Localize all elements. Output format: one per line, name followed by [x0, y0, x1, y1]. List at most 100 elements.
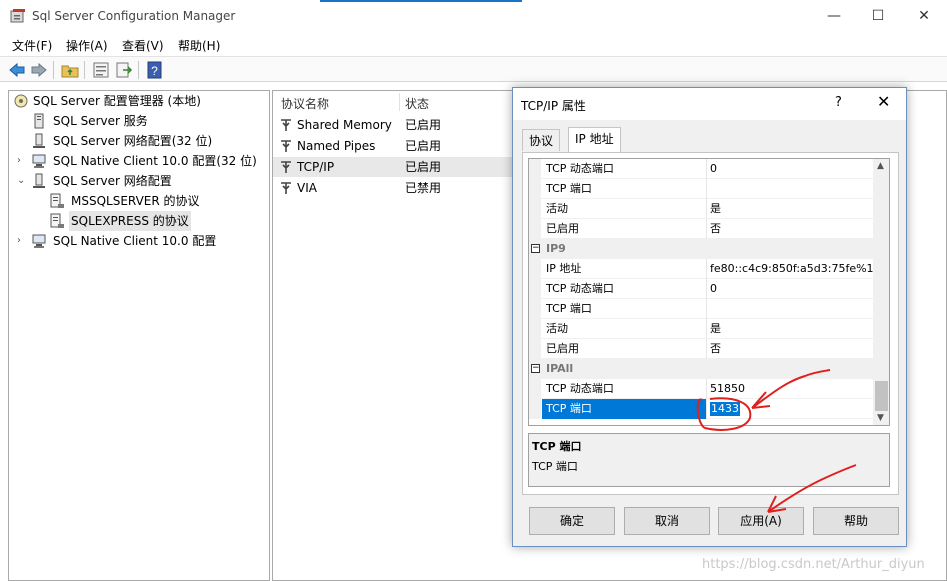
collapse-icon[interactable]: −	[531, 364, 540, 373]
grid-row[interactable]: 已启用 否	[529, 219, 873, 239]
scroll-thumb[interactable]	[875, 381, 888, 411]
cancel-button[interactable]: 取消	[624, 507, 710, 535]
property-value[interactable]: fe80::c4c9:850f:a5d3:75fe%10	[710, 259, 881, 279]
back-icon[interactable]	[8, 61, 26, 79]
property-value[interactable]: 51850	[710, 379, 745, 399]
grid-margin	[529, 279, 541, 299]
scroll-up-icon[interactable]: ▲	[877, 161, 884, 171]
grid-row[interactable]: 活动 是	[529, 199, 873, 219]
description-title: TCP 端口	[532, 440, 582, 453]
forward-icon[interactable]	[30, 61, 48, 79]
grid-row-selected[interactable]: TCP 端口 1433	[529, 399, 873, 419]
grid-row[interactable]: 已启用 否	[529, 339, 873, 359]
protocol-icon	[281, 161, 291, 173]
protocol-icon	[281, 119, 291, 131]
grid-row[interactable]: TCP 端口	[529, 179, 873, 199]
protocol-icon	[281, 140, 291, 152]
apply-button[interactable]: 应用(A)	[718, 507, 804, 535]
tcp-port-input[interactable]: 1433	[710, 402, 740, 416]
column-separator[interactable]	[399, 93, 400, 111]
grid-row[interactable]: TCP 动态端口 0	[529, 159, 873, 179]
grid-row[interactable]: TCP 动态端口 51850	[529, 379, 873, 399]
grid-margin	[529, 179, 541, 199]
network-config-icon	[33, 133, 45, 148]
property-name: 已启用	[546, 342, 579, 355]
grid-scrollbar[interactable]: ▲ ▼	[873, 159, 889, 425]
tree-label: SQL Server 网络配置	[53, 174, 172, 188]
grid-margin	[529, 199, 541, 219]
scroll-down-icon[interactable]: ▼	[877, 413, 884, 423]
menu-file[interactable]: 文件(F)	[12, 37, 52, 54]
tree-label: SQL Server 服务	[53, 114, 148, 128]
menu-help[interactable]: 帮助(H)	[178, 37, 220, 54]
grid-margin	[529, 339, 541, 359]
ok-button[interactable]: 确定	[529, 507, 615, 535]
close-window-icon[interactable]: ✕	[914, 6, 934, 26]
help-icon[interactable]: ?	[146, 61, 164, 79]
grid-separator	[706, 219, 707, 239]
column-header-state[interactable]: 状态	[405, 95, 429, 112]
grid-category-ip9[interactable]: − IP9	[529, 239, 873, 259]
protocol-state: 已启用	[405, 139, 442, 153]
list-header: 协议名称 状态	[273, 91, 513, 113]
property-value[interactable]: 是	[710, 199, 721, 219]
title-bar: Sql Server Configuration Manager — ☐ ✕	[0, 0, 947, 32]
tab-protocol[interactable]: 协议	[522, 129, 561, 151]
expand-icon[interactable]: ›	[17, 151, 27, 171]
collapse-icon[interactable]: ⌄	[17, 171, 27, 191]
property-value[interactable]: 否	[710, 219, 721, 239]
maximize-icon[interactable]: ☐	[868, 6, 888, 26]
property-value[interactable]: 否	[710, 339, 721, 359]
property-name: IP 地址	[546, 262, 582, 275]
list-row-shared-memory[interactable]: Shared Memory 已启用	[273, 115, 513, 135]
grid-separator	[706, 399, 707, 419]
server-icon	[34, 113, 44, 129]
tree-label: MSSQLSERVER 的协议	[71, 194, 200, 208]
property-name: 已启用	[546, 222, 579, 235]
collapse-icon[interactable]: −	[531, 244, 540, 253]
up-folder-icon[interactable]	[61, 61, 79, 79]
menu-bar: 文件(F) 操作(A) 查看(V) 帮助(H)	[0, 33, 947, 55]
menu-action[interactable]: 操作(A)	[66, 37, 108, 54]
minimize-icon[interactable]: —	[824, 6, 844, 26]
app-icon	[10, 9, 25, 23]
property-name: TCP 动态端口	[546, 382, 614, 395]
grid-separator	[706, 339, 707, 359]
grid-row[interactable]: TCP 动态端口 0	[529, 279, 873, 299]
category-name: IPAll	[546, 362, 574, 375]
grid-row[interactable]: 活动 是	[529, 319, 873, 339]
protocol-state: 已禁用	[405, 181, 442, 195]
export-list-icon[interactable]	[115, 61, 133, 79]
grid-margin	[529, 219, 541, 239]
list-row-via[interactable]: VIA 已禁用	[273, 178, 513, 198]
property-value[interactable]: 0	[710, 159, 717, 179]
property-name: 活动	[546, 202, 568, 215]
column-header-name[interactable]: 协议名称	[281, 95, 329, 112]
tcpip-properties-dialog: TCP/IP 属性 ? ✕ 协议 IP 地址 TCP 动态端口 0 TCP 端口…	[512, 87, 907, 547]
property-value[interactable]: 是	[710, 319, 721, 339]
protocol-name: Named Pipes	[297, 139, 376, 153]
property-name: 活动	[546, 322, 568, 335]
toolbar-separator	[53, 61, 54, 79]
property-name: TCP 端口	[542, 399, 706, 419]
grid-margin	[529, 159, 541, 179]
list-row-named-pipes[interactable]: Named Pipes 已启用	[273, 136, 513, 156]
properties-icon[interactable]	[92, 61, 110, 79]
protocols-icon	[50, 193, 64, 208]
list-row-tcpip[interactable]: TCP/IP 已启用	[273, 157, 513, 177]
expand-icon[interactable]: ›	[17, 231, 27, 251]
help-button[interactable]: 帮助	[813, 507, 899, 535]
grid-category-ipall[interactable]: − IPAll	[529, 359, 873, 379]
grid-row[interactable]: TCP 端口	[529, 299, 873, 319]
grid-separator	[706, 299, 707, 319]
grid-margin	[529, 319, 541, 339]
menu-view[interactable]: 查看(V)	[122, 37, 164, 54]
dialog-close-icon[interactable]: ✕	[877, 92, 890, 111]
tab-ip-addresses[interactable]: IP 地址	[568, 127, 621, 153]
grid-separator	[706, 379, 707, 399]
property-value[interactable]: 0	[710, 279, 717, 299]
property-name: TCP 端口	[546, 302, 592, 315]
grid-row[interactable]: IP 地址 fe80::c4c9:850f:a5d3:75fe%10	[529, 259, 881, 279]
dialog-help-icon[interactable]: ?	[835, 95, 842, 110]
grid-separator	[706, 319, 707, 339]
